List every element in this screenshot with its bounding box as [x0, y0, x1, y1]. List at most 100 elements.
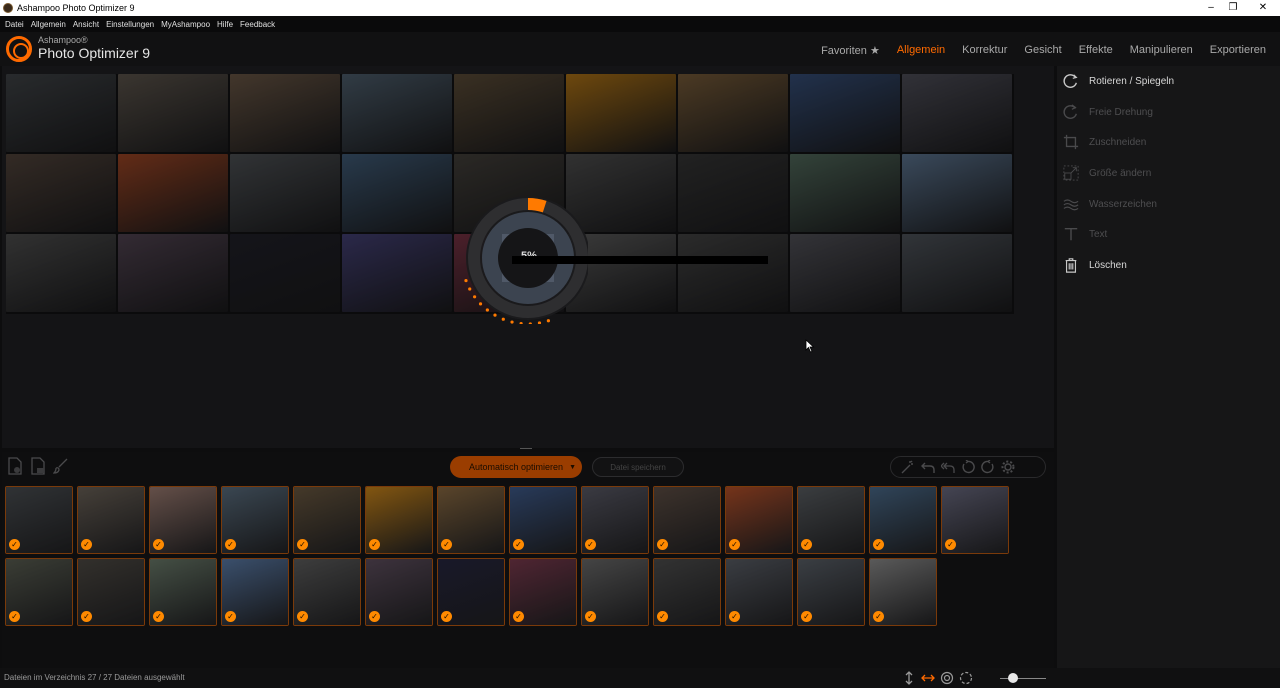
sidebar-item-crop[interactable]: Zuschneiden	[1063, 130, 1146, 154]
menu-datei[interactable]: Datei	[5, 20, 24, 29]
photo-thumbnail[interactable]: ✓	[221, 558, 289, 626]
checkmark-icon[interactable]: ✓	[801, 611, 812, 622]
sidebar-item-resize[interactable]: Größe ändern	[1063, 161, 1151, 185]
photo-thumbnail[interactable]: ✓	[437, 558, 505, 626]
magic-wand-icon[interactable]	[899, 459, 916, 476]
edit-toolbar	[890, 456, 1046, 478]
auto-optimize-button[interactable]: Automatisch optimieren ▼	[450, 456, 582, 478]
dropdown-arrow-icon[interactable]: ▼	[569, 464, 576, 471]
checkmark-icon[interactable]: ✓	[81, 611, 92, 622]
checkmark-icon[interactable]: ✓	[729, 611, 740, 622]
menu-hilfe[interactable]: Hilfe	[217, 20, 233, 29]
sidebar-item-watermark[interactable]: Wasserzeichen	[1063, 192, 1157, 216]
photo-thumbnail[interactable]: ✓	[725, 486, 793, 554]
checkmark-icon[interactable]: ✓	[513, 539, 524, 550]
checkmark-icon[interactable]: ✓	[945, 539, 956, 550]
checkmark-icon[interactable]: ✓	[801, 539, 812, 550]
checkmark-icon[interactable]: ✓	[369, 611, 380, 622]
settings-gear-icon[interactable]	[999, 459, 1016, 476]
checkmark-icon[interactable]: ✓	[225, 611, 236, 622]
sidebar-item-label: Zuschneiden	[1089, 136, 1147, 148]
checkmark-icon[interactable]: ✓	[657, 539, 668, 550]
menu-feedback[interactable]: Feedback	[240, 20, 275, 29]
checkmark-icon[interactable]: ✓	[729, 539, 740, 550]
checkmark-icon[interactable]: ✓	[513, 611, 524, 622]
sidebar-item-text[interactable]: Text	[1063, 222, 1107, 246]
tab-gesicht[interactable]: Gesicht	[1024, 44, 1061, 57]
checkmark-icon[interactable]: ✓	[585, 539, 596, 550]
save-file-button[interactable]: Datei speichern	[592, 457, 684, 477]
sidebar-item-delete[interactable]: Löschen	[1063, 253, 1127, 277]
checkmark-icon[interactable]: ✓	[297, 611, 308, 622]
photo-thumbnail[interactable]: ✓	[437, 486, 505, 554]
photo-thumbnail[interactable]: ✓	[509, 486, 577, 554]
photo-thumbnail[interactable]: ✓	[797, 558, 865, 626]
fit-height-icon[interactable]	[902, 671, 916, 685]
menu-myashampoo[interactable]: MyAshampoo	[161, 20, 210, 29]
checkmark-icon[interactable]: ✓	[369, 539, 380, 550]
tab-exportieren[interactable]: Exportieren	[1210, 44, 1266, 57]
photo-thumbnail[interactable]: ✓	[77, 486, 145, 554]
tab-favoriten[interactable]: Favoriten ★	[821, 44, 880, 57]
splitter-handle[interactable]	[520, 448, 532, 452]
menu-einstellungen[interactable]: Einstellungen	[106, 20, 154, 29]
checkmark-icon[interactable]: ✓	[657, 611, 668, 622]
photo-thumbnail[interactable]: ✓	[869, 486, 937, 554]
add-file-icon[interactable]	[6, 456, 24, 476]
tab-korrektur[interactable]: Korrektur	[962, 44, 1007, 57]
zoom-slider-handle[interactable]	[1008, 673, 1018, 683]
photo-thumbnail[interactable]: ✓	[365, 486, 433, 554]
checkmark-icon[interactable]: ✓	[153, 611, 164, 622]
tab-effekte[interactable]: Effekte	[1079, 44, 1113, 57]
tab-allgemein[interactable]: Allgemein	[897, 44, 945, 57]
slideshow-icon[interactable]	[959, 671, 973, 685]
checkmark-icon[interactable]: ✓	[441, 611, 452, 622]
checkmark-icon[interactable]: ✓	[225, 539, 236, 550]
checkmark-icon[interactable]: ✓	[585, 611, 596, 622]
maximize-button[interactable]: ❐	[1218, 0, 1248, 16]
checkmark-icon[interactable]: ✓	[873, 539, 884, 550]
photo-thumbnail[interactable]: ✓	[941, 486, 1009, 554]
checkmark-icon[interactable]: ✓	[9, 611, 20, 622]
photo-thumbnail[interactable]: ✓	[293, 486, 361, 554]
photo-thumbnail[interactable]: ✓	[5, 486, 73, 554]
photo-thumbnail[interactable]: ✓	[653, 558, 721, 626]
photo-thumbnail[interactable]: ✓	[149, 486, 217, 554]
sidebar-item-free-rotate[interactable]: Freie Drehung	[1063, 100, 1153, 124]
checkmark-icon[interactable]: ✓	[9, 539, 20, 550]
checkmark-icon[interactable]: ✓	[873, 611, 884, 622]
fit-width-icon[interactable]	[921, 671, 935, 685]
photo-thumbnail[interactable]: ✓	[293, 558, 361, 626]
photo-thumbnail[interactable]: ✓	[149, 558, 217, 626]
checkmark-icon[interactable]: ✓	[81, 539, 92, 550]
photo-thumbnail[interactable]: ✓	[869, 558, 937, 626]
photo-thumbnail[interactable]: ✓	[581, 486, 649, 554]
photo-thumbnail[interactable]: ✓	[221, 486, 289, 554]
photo-thumbnail[interactable]: ✓	[797, 486, 865, 554]
sidebar-item-label: Freie Drehung	[1089, 106, 1153, 118]
checkmark-icon[interactable]: ✓	[297, 539, 308, 550]
undo-icon[interactable]	[919, 459, 936, 476]
photo-thumbnail[interactable]: ✓	[725, 558, 793, 626]
photo-thumbnail[interactable]: ✓	[653, 486, 721, 554]
photo-thumbnail[interactable]: ✓	[77, 558, 145, 626]
remove-file-icon[interactable]	[29, 456, 47, 476]
rotate-right-icon[interactable]	[979, 459, 996, 476]
menu-ansicht[interactable]: Ansicht	[73, 20, 99, 29]
checkmark-icon[interactable]: ✓	[153, 539, 164, 550]
rotate-left-icon[interactable]	[959, 459, 976, 476]
undo-all-icon[interactable]	[939, 459, 956, 476]
menu-allgemein[interactable]: Allgemein	[31, 20, 66, 29]
close-button[interactable]: ✕	[1248, 0, 1278, 16]
photo-thumbnail[interactable]: ✓	[365, 558, 433, 626]
checkmark-icon[interactable]: ✓	[441, 539, 452, 550]
compare-icon[interactable]	[940, 671, 954, 685]
sidebar-item-rotate[interactable]: Rotieren / Spiegeln	[1063, 69, 1174, 93]
brush-icon[interactable]	[52, 456, 70, 476]
photo-thumbnail[interactable]: ✓	[5, 558, 73, 626]
zoom-slider-track[interactable]	[1000, 678, 1046, 679]
photo-thumbnail[interactable]: ✓	[581, 558, 649, 626]
brand-name: Photo Optimizer 9	[38, 45, 151, 61]
photo-thumbnail[interactable]: ✓	[509, 558, 577, 626]
tab-manipulieren[interactable]: Manipulieren	[1130, 44, 1193, 57]
